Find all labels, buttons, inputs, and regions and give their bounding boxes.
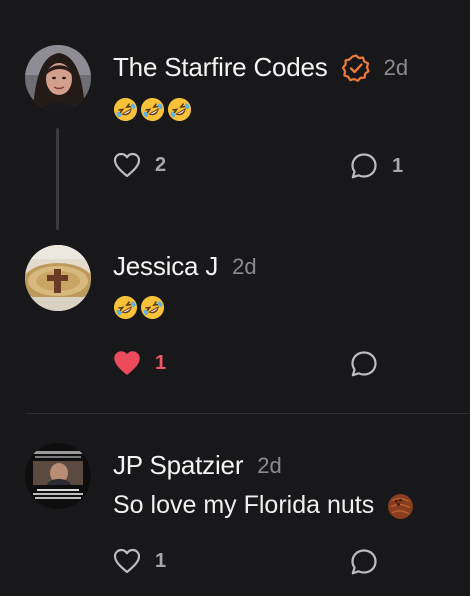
thread-divider <box>26 413 470 414</box>
reply-text: So love my Florida nuts <box>113 491 416 520</box>
author-name[interactable]: The Starfire Codes <box>113 52 328 83</box>
rolling-on-floor-laughing-emoji <box>167 97 192 121</box>
reply-button[interactable]: 1 <box>350 152 403 180</box>
heart-filled-icon <box>114 351 140 375</box>
rolling-on-floor-laughing-emoji <box>113 97 138 121</box>
author-name[interactable]: JP Spatzier <box>113 450 243 481</box>
like-count: 1 <box>155 549 167 572</box>
like-button[interactable]: 1 <box>113 350 166 376</box>
like-button[interactable]: 2 <box>113 152 166 178</box>
reply-text <box>113 292 167 321</box>
verified-badge-icon <box>341 53 370 82</box>
rolling-on-floor-laughing-emoji <box>140 97 165 121</box>
reply-count: 1 <box>392 154 404 177</box>
speech-bubble-icon <box>351 153 377 179</box>
like-button[interactable]: 1 <box>113 548 166 574</box>
avatar[interactable] <box>25 45 91 111</box>
timestamp: 2d <box>232 253 257 279</box>
author-name[interactable]: Jessica J <box>113 251 218 282</box>
reply-header: The Starfire Codes 2d <box>113 52 408 83</box>
speech-bubble-icon <box>351 549 377 575</box>
reply-button[interactable] <box>350 548 378 576</box>
reply-header: JP Spatzier 2d <box>113 450 282 481</box>
like-count: 1 <box>155 351 167 374</box>
reply-button[interactable] <box>350 350 378 378</box>
rolling-on-floor-laughing-emoji <box>140 295 165 319</box>
thread-connector-line <box>56 128 59 230</box>
reply-header: Jessica J 2d <box>113 251 257 282</box>
like-count: 2 <box>155 153 167 176</box>
heart-outline-icon <box>113 548 141 574</box>
reply-text <box>113 94 194 123</box>
heart-outline-icon <box>113 152 141 178</box>
coconut-emoji <box>388 493 414 519</box>
rolling-on-floor-laughing-emoji <box>113 295 138 319</box>
speech-bubble-icon <box>351 351 377 377</box>
avatar[interactable] <box>25 443 91 509</box>
timestamp: 2d <box>257 452 282 478</box>
reply-text-body: So love my Florida nuts <box>113 491 375 519</box>
avatar[interactable] <box>25 245 91 311</box>
timestamp: 2d <box>383 54 409 80</box>
